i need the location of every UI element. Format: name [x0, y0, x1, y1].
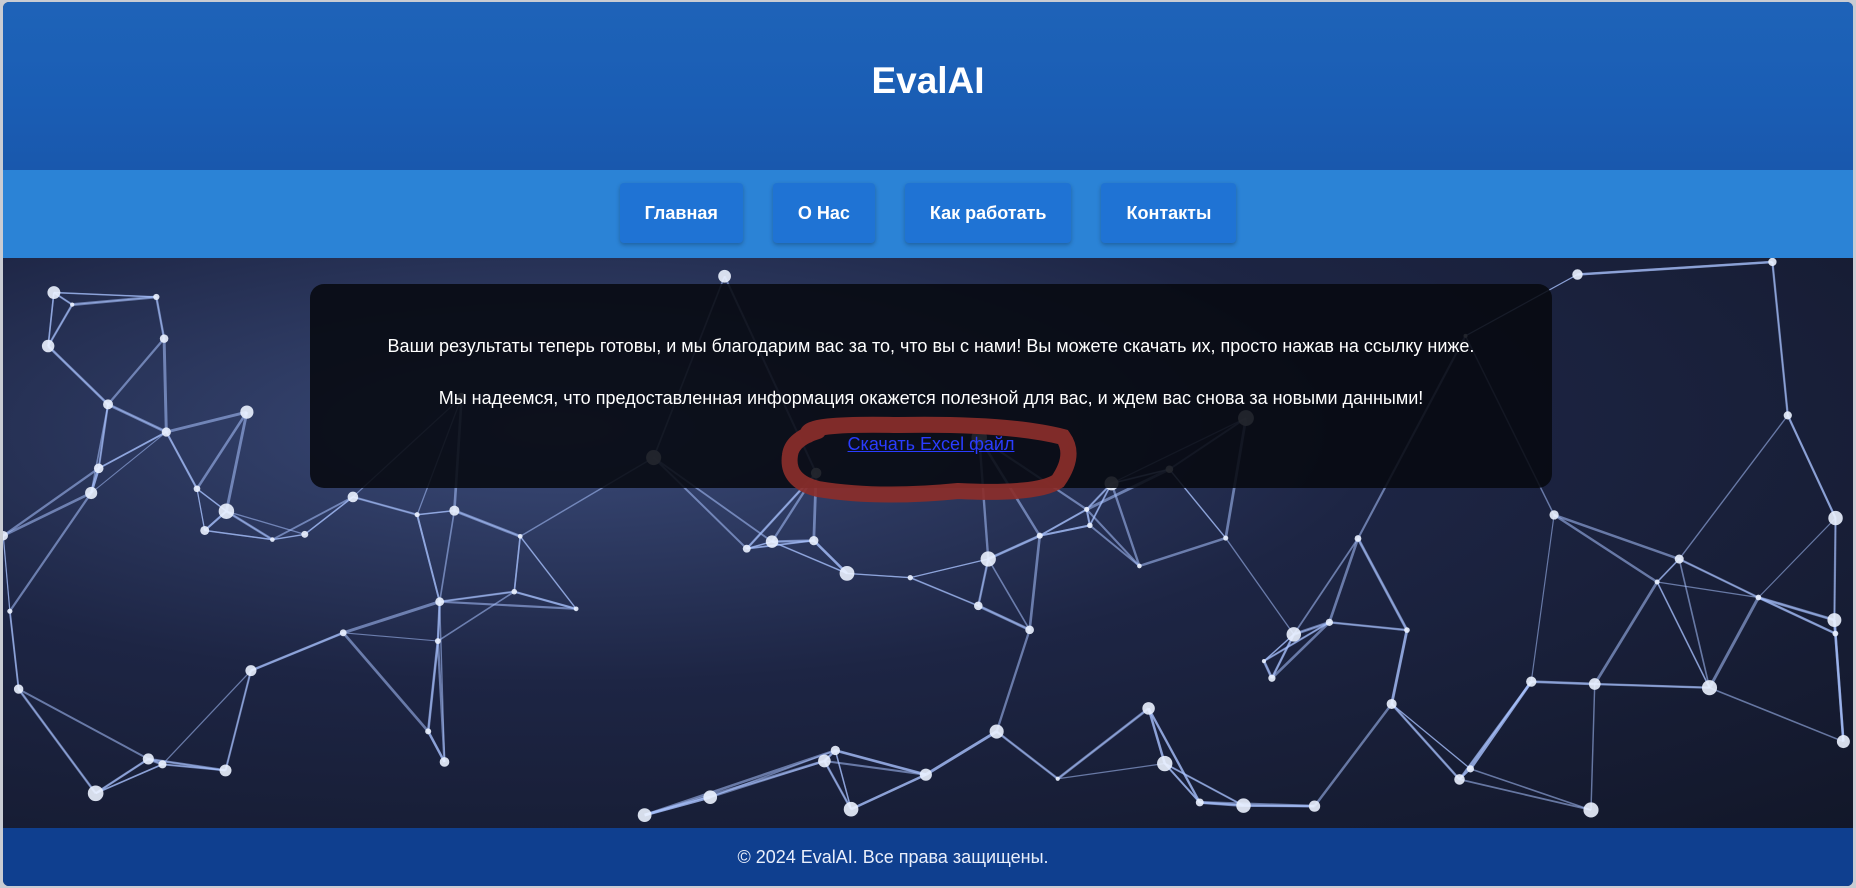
download-link-container: Скачать Excel файл	[310, 434, 1552, 455]
main-nav: Главная О Нас Как работать Контакты	[3, 170, 1853, 258]
site-title: EvalAI	[871, 60, 985, 101]
thank-you-text: Мы надеемся, что предоставленная информа…	[438, 388, 1424, 408]
copyright-text: © 2024 EvalAI. Все права защищены.	[737, 846, 1049, 867]
results-ready-text: Ваши результаты теперь готовы, и мы благ…	[387, 336, 1475, 356]
site-footer: © 2024 EvalAI. Все права защищены.	[3, 828, 1853, 886]
nav-contacts-button[interactable]: Контакты	[1101, 183, 1237, 243]
download-excel-link[interactable]: Скачать Excel файл	[848, 434, 1015, 454]
page: EvalAI Главная О Нас Как работать Контак…	[3, 2, 1853, 886]
nav-home-button[interactable]: Главная	[619, 183, 743, 243]
nav-how-it-works-button[interactable]: Как работать	[904, 183, 1072, 243]
results-panel: Ваши результаты теперь готовы, и мы благ…	[310, 284, 1552, 488]
site-header: EvalAI	[3, 2, 1853, 170]
nav-about-button[interactable]: О Нас	[772, 183, 875, 243]
